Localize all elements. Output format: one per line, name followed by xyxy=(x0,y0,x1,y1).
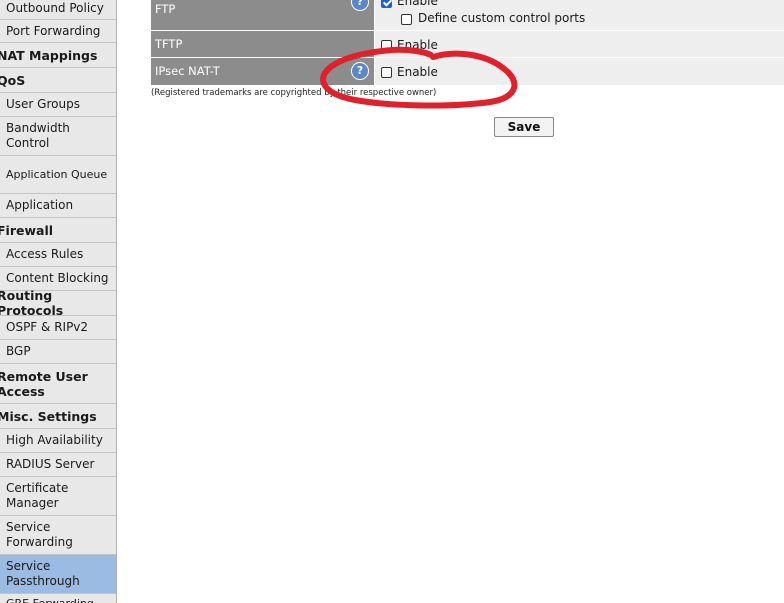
sidebar-item-application[interactable]: Application xyxy=(0,194,116,218)
ipsec-label: IPsec NAT-T xyxy=(155,64,220,78)
tftp-label: TFTP xyxy=(155,37,183,51)
tftp-enable-checkbox[interactable] xyxy=(381,40,392,51)
sidebar-group-nat-mappings[interactable]: NAT Mappings xyxy=(0,43,116,68)
tftp-row: TFTP Enable xyxy=(151,31,784,58)
ftp-custom-ports-label: Define custom control ports xyxy=(418,11,586,25)
save-button[interactable]: Save xyxy=(494,117,554,137)
sidebar-item-outbound-policy[interactable]: Outbound Policy xyxy=(0,0,116,20)
sidebar-group-misc-settings[interactable]: Misc. Settings xyxy=(0,404,116,429)
trademark-footnote: (Registered trademarks are copyrighted b… xyxy=(151,88,437,98)
sidebar-item-service-passthrough[interactable]: Service Passthrough xyxy=(0,555,116,594)
sidebar-item-service-forwarding[interactable]: Service Forwarding xyxy=(0,516,116,555)
sidebar-item-user-groups[interactable]: User Groups xyxy=(0,93,116,117)
ftp-custom-ports-checkbox[interactable] xyxy=(401,14,412,25)
sidebar-item-high-availability[interactable]: High Availability xyxy=(0,429,116,453)
ftp-value-cell: Enable Define custom control ports xyxy=(375,0,784,30)
sidebar-item-bandwidth-control[interactable]: Bandwidth Control xyxy=(0,117,116,156)
ftp-label: FTP xyxy=(155,2,176,16)
ipsec-row: IPsec NAT-T ? Enable xyxy=(151,58,784,86)
tftp-value-cell: Enable xyxy=(375,31,784,57)
sidebar-group-firewall[interactable]: Firewall xyxy=(0,218,116,243)
ftp-enable-label: Enable xyxy=(397,0,438,8)
ipsec-enable-label: Enable xyxy=(397,65,438,79)
tftp-label-cell: TFTP xyxy=(151,31,374,57)
ftp-row: FTP ? Enable Define custom control ports xyxy=(151,0,784,31)
ipsec-enable-checkbox[interactable] xyxy=(381,67,392,78)
ftp-enable-checkbox[interactable] xyxy=(381,0,392,8)
sidebar-group-qos[interactable]: QoS xyxy=(0,68,116,93)
sidebar-group-routing-protocols[interactable]: Routing Protocols xyxy=(0,288,116,318)
sidebar-item-radius-server[interactable]: RADIUS Server xyxy=(0,453,116,477)
sidebar-item-certificate-manager[interactable]: Certificate Manager xyxy=(0,477,116,516)
ipsec-value-cell: Enable xyxy=(375,58,784,85)
ipsec-help-icon[interactable]: ? xyxy=(351,62,369,80)
ftp-label-cell: FTP ? xyxy=(151,0,374,30)
sidebar-group-remote-user-access[interactable]: Remote User Access xyxy=(0,364,116,404)
sidebar-item-application-queue[interactable]: Application Queue xyxy=(0,156,116,194)
sidebar-item-bgp[interactable]: BGP xyxy=(0,340,116,364)
sidebar-item-access-rules[interactable]: Access Rules xyxy=(0,243,116,267)
sidebar-item-port-forwarding[interactable]: Port Forwarding xyxy=(0,20,116,43)
sidebar-item-gre-forwarding[interactable]: GRE Forwarding xyxy=(0,594,116,603)
sidebar-item-ospf-ripv2[interactable]: OSPF & RIPv2 xyxy=(0,316,116,340)
tftp-enable-label: Enable xyxy=(397,38,438,52)
ftp-help-icon[interactable]: ? xyxy=(351,0,369,11)
sidebar-nav: Outbound Policy Port Forwarding NAT Mapp… xyxy=(0,0,117,603)
ipsec-label-cell: IPsec NAT-T ? xyxy=(151,58,374,85)
main-content: FTP ? Enable Define custom control ports… xyxy=(117,0,784,603)
